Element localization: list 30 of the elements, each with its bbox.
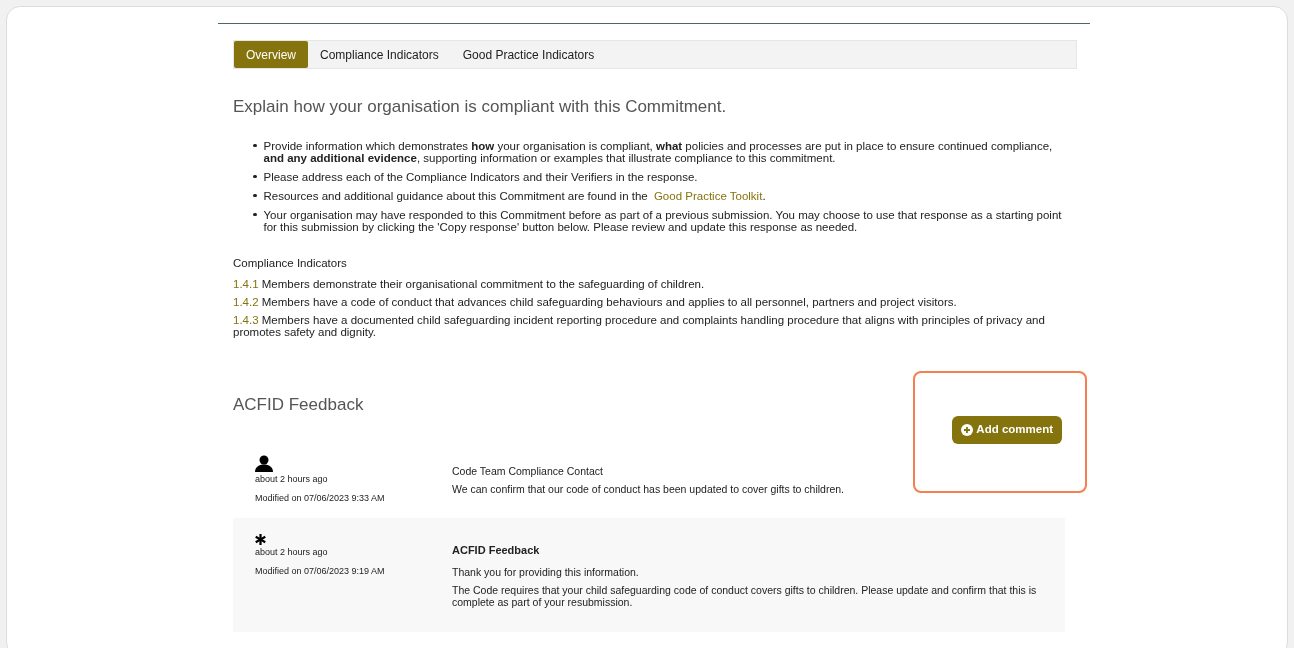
bullet-text: Resources and additional guidance about this Commitment are found in the Good Practice Toolkit. xyxy=(263,189,766,202)
section-heading: Explain how your organisation is compliant with this Commitment. xyxy=(233,96,728,118)
comment-time: about 2 hours ago xyxy=(255,545,328,559)
bullet-text: Please address each of the Compliance Indicators and their Verifiers in the response. xyxy=(263,170,698,183)
indicator-text: 1.4.2 Members have a code of conduct that advances child safeguarding behaviours and applies to all personnel, partners and project visitors. xyxy=(233,295,958,308)
comment-text: We can confirm that our code of conduct has been updated to cover gifts to children. xyxy=(452,482,845,495)
plus-circle-icon xyxy=(961,423,974,436)
bullet-icon xyxy=(253,212,257,216)
feedback-heading: ACFID Feedback xyxy=(233,393,364,412)
person-icon xyxy=(255,454,273,472)
bullet-icon xyxy=(253,174,257,178)
indicator-text: 1.4.3 Members have a documented child safeguarding incident reporting procedure and complaints handling procedure that aligns with principles of privacy and promotes safety and dignity. xyxy=(233,313,1046,338)
indicator-text: 1.4.1 Members demonstrate their organisational commitment to the safeguarding of children. xyxy=(233,277,706,290)
tab[interactable]: Overview xyxy=(234,41,308,68)
comment-author: ACFID Feedback xyxy=(452,542,541,558)
bullet-text: Provide information which demonstrates how your organisation is compliant, what policies and processes are put in place to ensure continued compliance, and any additional evidence, supporting information or examples that illustrate compliance to this commitment. xyxy=(263,139,1054,164)
comment-author: Code Team Compliance Contact xyxy=(452,463,604,479)
bullet-icon xyxy=(253,193,257,197)
asterisk-icon xyxy=(255,533,266,545)
indicators-title: Compliance Indicators xyxy=(233,255,348,271)
tab[interactable]: Good Practice Indicators xyxy=(450,41,607,68)
tab[interactable]: Compliance Indicators xyxy=(308,41,451,68)
add-comment-button[interactable]: Add comment xyxy=(952,415,1062,444)
bullet-icon xyxy=(253,143,257,147)
comment-modified: Modified on 07/06/2023 9:33 AM xyxy=(255,492,385,506)
comment-text: The Code requires that your child safeguarding code of conduct covers gifts to children. Please update and confirm that this is complete as part of your resubmission. xyxy=(452,584,1038,609)
comment-modified: Modified on 07/06/2023 9:19 AM xyxy=(255,565,385,579)
comment-time: about 2 hours ago xyxy=(255,472,328,486)
comment-text: Thank you for providing this information. xyxy=(452,566,640,579)
bullet-text: Your organisation may have responded to this Commitment before as part of a previous submission. You may choose to use that response as a starting point for this submission by clicking the 'Copy response' button below. Please review and update this response as needed. xyxy=(263,208,1063,233)
